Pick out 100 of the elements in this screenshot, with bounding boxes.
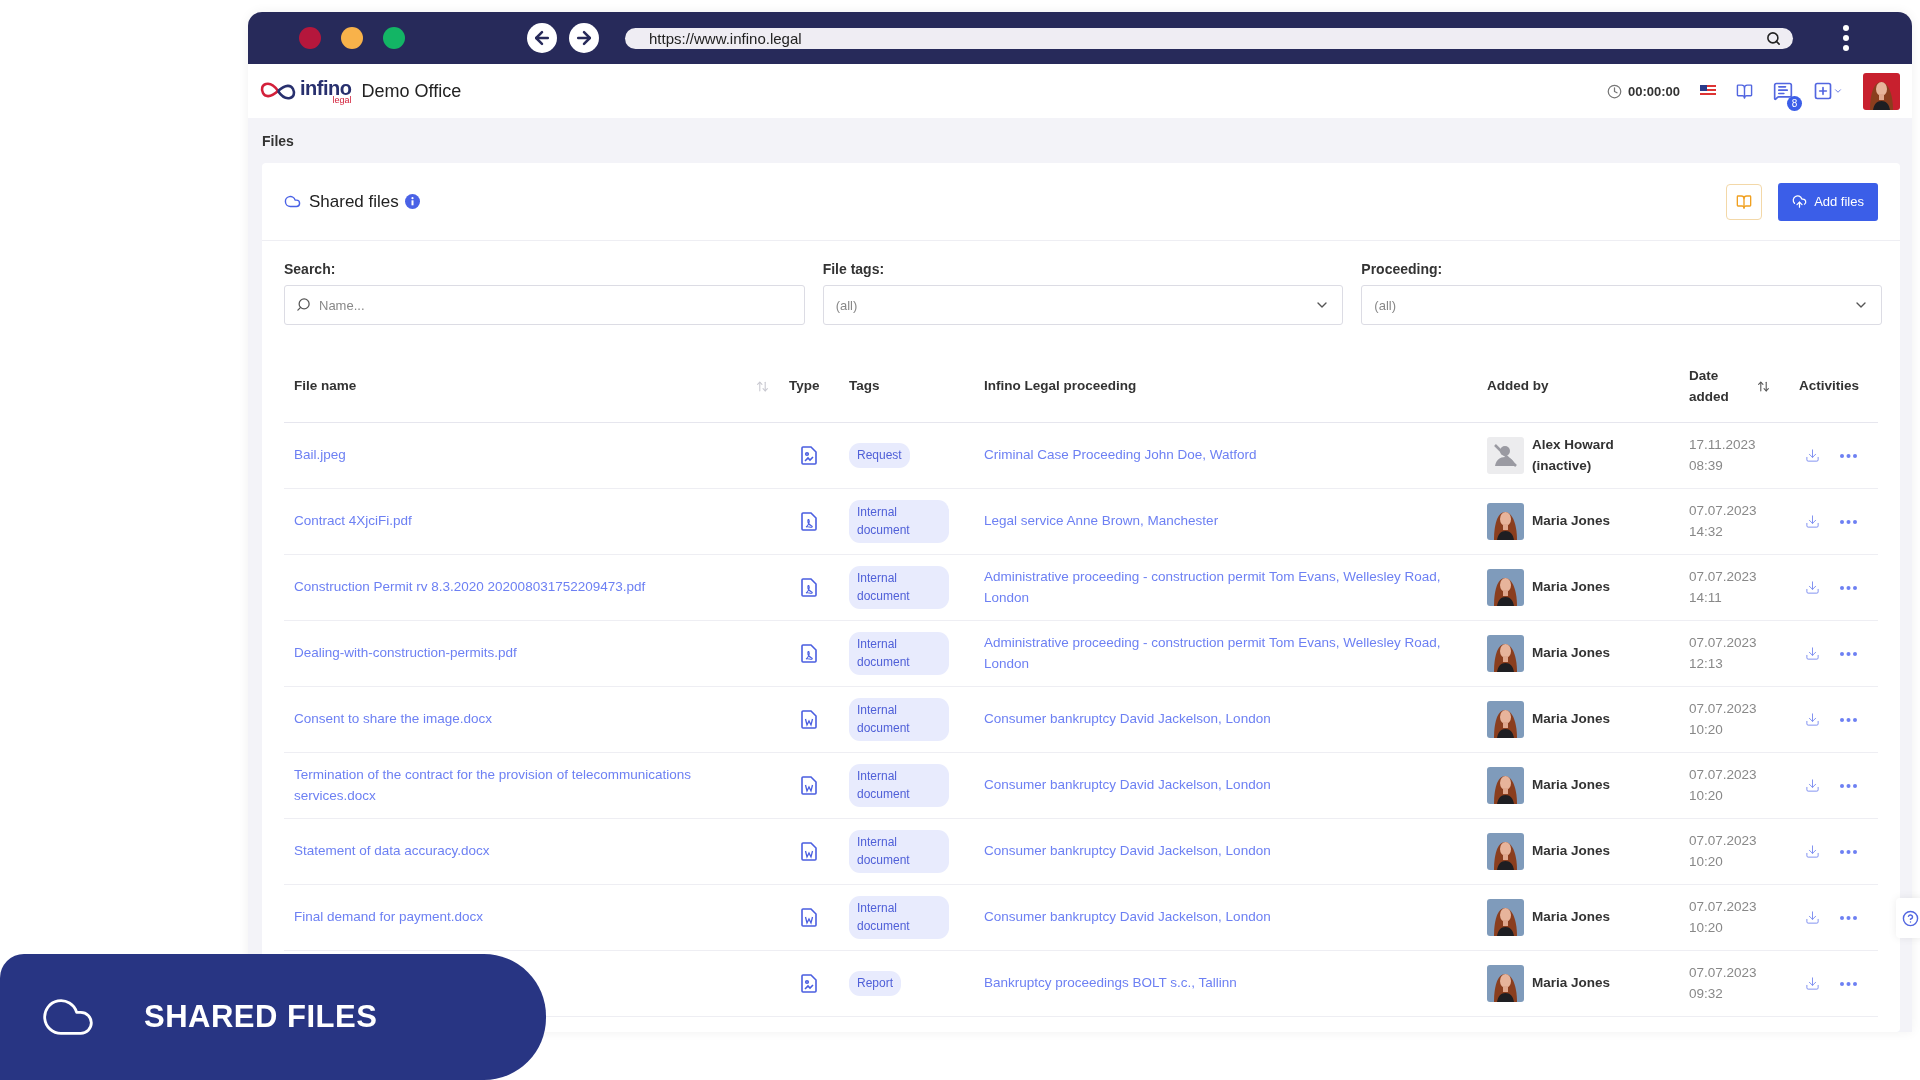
user-name: Maria Jones bbox=[1532, 908, 1611, 927]
download-icon bbox=[1805, 712, 1820, 727]
download-icon bbox=[1805, 910, 1820, 925]
time-text: 10:20 bbox=[1689, 786, 1724, 805]
proceeding-link[interactable]: Legal service Anne Brown, Manchester bbox=[984, 511, 1219, 532]
proceeding-link[interactable]: Consumer bankruptcy David Jackelson, London bbox=[984, 709, 1271, 730]
more-button[interactable] bbox=[1840, 981, 1857, 986]
download-icon bbox=[1805, 844, 1820, 859]
help-icon bbox=[1902, 909, 1919, 927]
download-button[interactable] bbox=[1805, 976, 1820, 991]
date-text: 17.11.2023 bbox=[1689, 436, 1756, 455]
date-text: 07.07.2023 bbox=[1689, 766, 1757, 785]
proceeding-link[interactable]: Consumer bankruptcy David Jackelson, London bbox=[984, 775, 1271, 796]
help-button[interactable] bbox=[1896, 898, 1920, 938]
info-icon[interactable] bbox=[404, 194, 420, 209]
arrow-right-icon bbox=[574, 28, 594, 48]
panel-title: Shared files bbox=[309, 191, 399, 212]
download-button[interactable] bbox=[1805, 844, 1820, 859]
user-name: Alex Howard (inactive) bbox=[1532, 436, 1615, 475]
file-name-link[interactable]: Contract 4XjciFi.pdf bbox=[294, 511, 412, 532]
column-header: Added by bbox=[1487, 377, 1549, 396]
download-button[interactable] bbox=[1805, 580, 1820, 595]
more-button[interactable] bbox=[1840, 585, 1857, 590]
proceeding-link[interactable]: Criminal Case Proceeding John Doe, Watford bbox=[984, 445, 1257, 466]
column-header: Infino Legal proceeding bbox=[984, 377, 1137, 396]
file-tag: Internal document bbox=[849, 830, 949, 873]
menu-button[interactable] bbox=[1843, 25, 1849, 51]
time-text: 10:20 bbox=[1689, 852, 1724, 871]
column-header: Tags bbox=[849, 377, 880, 396]
user-name: Maria Jones bbox=[1532, 644, 1611, 663]
download-button[interactable] bbox=[1805, 910, 1820, 925]
more-button[interactable] bbox=[1840, 519, 1857, 524]
search-icon[interactable] bbox=[1766, 30, 1781, 46]
time-text: 12:13 bbox=[1689, 654, 1724, 673]
more-icon bbox=[1840, 651, 1857, 656]
plus-square-icon bbox=[1813, 81, 1833, 101]
file-name-link[interactable]: Bail.jpeg bbox=[294, 445, 346, 466]
breadcrumb: Files bbox=[262, 133, 295, 149]
maximize-window-icon[interactable] bbox=[383, 27, 405, 49]
more-button[interactable] bbox=[1840, 453, 1857, 458]
search-field[interactable]: Name... bbox=[284, 285, 805, 325]
file-name-link[interactable]: Final demand for payment.docx bbox=[294, 907, 484, 928]
close-window-icon[interactable] bbox=[299, 27, 321, 49]
book-button[interactable] bbox=[1736, 82, 1753, 100]
proceeding-link[interactable]: Consumer bankruptcy David Jackelson, London bbox=[984, 907, 1271, 928]
add-menu-button[interactable] bbox=[1813, 81, 1843, 101]
search-icon bbox=[296, 297, 311, 312]
proceeding-link[interactable]: Bankruptcy proceedings BOLT s.c., Tallinn bbox=[984, 973, 1237, 994]
timer-text: 00:00:00 bbox=[1627, 83, 1680, 99]
user-name: Maria Jones bbox=[1532, 776, 1611, 795]
column-header: File name bbox=[294, 377, 357, 396]
select-field[interactable]: (all) bbox=[1361, 285, 1882, 325]
more-button[interactable] bbox=[1840, 915, 1857, 920]
sort-icon[interactable] bbox=[1757, 380, 1770, 393]
forward-button[interactable] bbox=[569, 23, 599, 53]
download-button[interactable] bbox=[1805, 646, 1820, 661]
more-button[interactable] bbox=[1840, 651, 1857, 656]
download-icon bbox=[1805, 646, 1820, 661]
date-text: 07.07.2023 bbox=[1689, 634, 1757, 653]
messages-button[interactable] bbox=[1773, 81, 1793, 101]
file-name-link[interactable]: Consent to share the image.docx bbox=[294, 709, 493, 730]
add-files-button[interactable]: Add files bbox=[1778, 182, 1878, 221]
user-name: Maria Jones bbox=[1532, 512, 1611, 531]
back-button[interactable] bbox=[527, 23, 557, 53]
file-name-link[interactable]: Dealing-with-construction-permits.pdf bbox=[294, 643, 517, 664]
more-button[interactable] bbox=[1840, 849, 1857, 854]
download-icon bbox=[1805, 448, 1820, 463]
more-button[interactable] bbox=[1840, 717, 1857, 722]
file-name-link[interactable]: Construction Permit rv 8.3.2020 202008031752209473.pdf bbox=[294, 577, 646, 598]
download-button[interactable] bbox=[1805, 514, 1820, 529]
time-text: 09:32 bbox=[1689, 984, 1724, 1003]
more-icon bbox=[1840, 981, 1857, 986]
proceeding-link[interactable]: Administrative proceeding - construction permit Tom Evans, Wellesley Road, London bbox=[984, 567, 1467, 608]
more-icon bbox=[1840, 585, 1857, 590]
more-button[interactable] bbox=[1840, 783, 1857, 788]
address-bar[interactable]: https://www.infino.legal bbox=[625, 27, 1793, 49]
more-icon bbox=[1840, 849, 1857, 854]
flag-icon[interactable] bbox=[1700, 85, 1716, 97]
download-button[interactable] bbox=[1805, 778, 1820, 793]
banner-title: SHARED FILES bbox=[144, 999, 378, 1035]
download-button[interactable] bbox=[1805, 448, 1820, 463]
column-header: Date added bbox=[1689, 367, 1730, 406]
filter-label: Search: bbox=[284, 261, 337, 277]
file-tag: Internal document bbox=[849, 632, 949, 675]
minimize-window-icon[interactable] bbox=[341, 27, 363, 49]
clock-icon[interactable] bbox=[1606, 83, 1622, 99]
proceeding-link[interactable]: Administrative proceeding - construction permit Tom Evans, Wellesley Road, London bbox=[984, 633, 1467, 674]
filter-label: Proceeding: bbox=[1361, 261, 1444, 277]
file-tag: Internal document bbox=[849, 896, 949, 939]
more-icon bbox=[1840, 717, 1857, 722]
download-icon bbox=[1805, 580, 1820, 595]
proceeding-link[interactable]: Consumer bankruptcy David Jackelson, London bbox=[984, 841, 1271, 862]
file-name-link[interactable]: Termination of the contract for the provision of telecommunications services.docx bbox=[294, 765, 734, 806]
select-field[interactable]: (all) bbox=[822, 285, 1344, 325]
logo-icon bbox=[260, 80, 296, 102]
menu-icon bbox=[1843, 25, 1849, 51]
file-name-link[interactable]: Statement of data accuracy.docx bbox=[294, 841, 490, 862]
more-icon bbox=[1840, 453, 1857, 458]
download-button[interactable] bbox=[1805, 712, 1820, 727]
caret-icon bbox=[1833, 86, 1843, 96]
